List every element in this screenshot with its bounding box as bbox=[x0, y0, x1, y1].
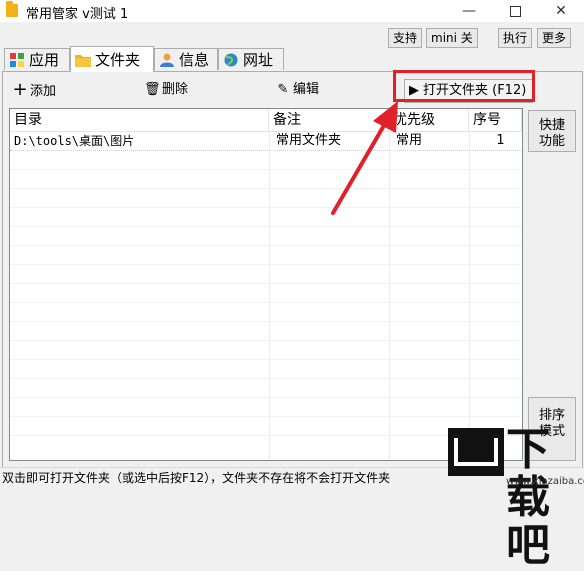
close-button[interactable]: ✕ bbox=[538, 0, 584, 22]
user-icon bbox=[160, 53, 174, 67]
support-button[interactable]: 支持 bbox=[388, 28, 423, 48]
add-label: 添加 bbox=[30, 84, 57, 99]
quick-function-button[interactable]: 快捷功能 bbox=[528, 110, 576, 152]
row-divider bbox=[10, 169, 522, 170]
header-priority[interactable]: 优先级 bbox=[389, 109, 469, 131]
watermark-text: 下载吧 bbox=[506, 424, 550, 571]
row-divider bbox=[10, 378, 522, 379]
row-divider bbox=[10, 397, 522, 398]
column-divider bbox=[469, 131, 470, 460]
row-divider bbox=[10, 188, 522, 189]
column-divider bbox=[269, 131, 270, 460]
apps-icon bbox=[10, 53, 24, 67]
header-note[interactable]: 备注 bbox=[269, 109, 389, 131]
more-button[interactable]: 更多 bbox=[537, 28, 572, 48]
maximize-icon bbox=[509, 5, 521, 17]
highlight-box bbox=[393, 70, 535, 102]
trash-icon: 🗑 bbox=[144, 82, 161, 97]
header-directory[interactable]: 目录 bbox=[10, 109, 269, 131]
watermark-emblem bbox=[448, 428, 504, 476]
tab-folders[interactable]: 文件夹 bbox=[70, 46, 154, 72]
add-button[interactable]: + 添加 bbox=[12, 79, 57, 100]
row-divider bbox=[10, 435, 522, 436]
minimize-button[interactable]: — bbox=[446, 0, 492, 22]
delete-label: 删除 bbox=[162, 82, 189, 97]
cell-index: 1 bbox=[496, 133, 505, 148]
tab-info-label: 信息 bbox=[179, 51, 210, 69]
row-divider bbox=[10, 283, 522, 284]
row-divider bbox=[10, 302, 522, 303]
cell-directory: D:\tools\桌面\图片 bbox=[14, 134, 135, 148]
cell-note: 常用文件夹 bbox=[276, 133, 342, 148]
folder-table[interactable]: 目录 备注 优先级 序号 D:\tools\桌面\图片 常用文件夹 常用 1 bbox=[9, 108, 523, 461]
edit-icon: ✎ bbox=[277, 82, 289, 97]
window-title: 常用管家 v测试 1 bbox=[26, 7, 129, 22]
tab-urls-label: 网址 bbox=[243, 51, 274, 69]
plus-icon: + bbox=[12, 79, 28, 100]
table-header: 目录 备注 优先级 序号 bbox=[10, 109, 522, 132]
mini-off-button[interactable]: mini 关 bbox=[426, 28, 478, 48]
watermark-url: www.xiazaiba.com bbox=[506, 476, 584, 487]
execute-button[interactable]: 执行 bbox=[498, 28, 533, 48]
row-divider bbox=[10, 264, 522, 265]
tab-apps-label: 应用 bbox=[29, 51, 60, 69]
row-divider bbox=[10, 340, 522, 341]
row-divider bbox=[10, 245, 522, 246]
edit-label: 编辑 bbox=[293, 82, 320, 97]
table-row[interactable]: D:\tools\桌面\图片 常用文件夹 常用 1 bbox=[10, 132, 522, 151]
row-divider bbox=[10, 359, 522, 360]
title-bar: 常用管家 v测试 1 — ✕ bbox=[0, 0, 584, 22]
row-divider bbox=[10, 321, 522, 322]
cell-priority: 常用 bbox=[396, 133, 423, 148]
delete-button[interactable]: 🗑删除 bbox=[144, 82, 188, 98]
tab-folders-label: 文件夹 bbox=[95, 51, 141, 69]
header-index[interactable]: 序号 bbox=[469, 109, 522, 131]
tab-urls[interactable]: 网址 bbox=[218, 48, 284, 70]
tab-info[interactable]: 信息 bbox=[154, 48, 218, 70]
maximize-button[interactable] bbox=[492, 0, 538, 22]
folder-icon bbox=[75, 55, 91, 67]
watermark-logo: 下载吧 www.xiazaiba.com bbox=[448, 426, 584, 570]
row-divider bbox=[10, 207, 522, 208]
app-folder-icon bbox=[6, 1, 18, 17]
edit-button[interactable]: ✎ 编辑 bbox=[275, 82, 319, 98]
column-divider bbox=[389, 131, 390, 460]
row-divider bbox=[10, 226, 522, 227]
row-divider bbox=[10, 416, 522, 417]
globe-icon bbox=[224, 53, 238, 67]
tab-apps[interactable]: 应用 bbox=[4, 48, 70, 70]
